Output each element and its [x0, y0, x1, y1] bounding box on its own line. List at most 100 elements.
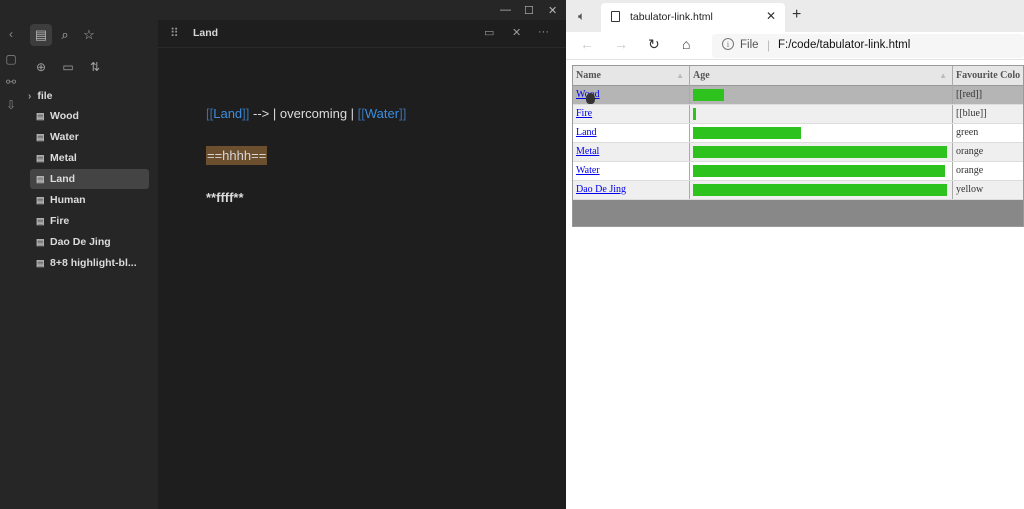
file-icon: ▤: [36, 111, 45, 121]
refresh-icon[interactable]: ↻: [648, 36, 660, 53]
new-note-icon[interactable]: ⊕: [32, 58, 50, 76]
graph-view-icon[interactable]: ⚯: [4, 75, 18, 89]
tab-title: tabulator-link.html: [630, 11, 713, 23]
file-item[interactable]: ▤ 8+8 highlight-bl...: [30, 253, 149, 273]
nav-bar: ← → ↻ ⌂ i File | F:/code/tabulator-link.…: [566, 32, 1024, 60]
wikilink-land[interactable]: Land: [213, 106, 242, 121]
file-label: Water: [50, 131, 79, 143]
new-tab-icon[interactable]: +: [792, 6, 801, 24]
file-label: Metal: [50, 152, 77, 164]
age-progress-bar: [693, 184, 947, 196]
address-bar[interactable]: i File | F:/code/tabulator-link.html: [712, 34, 1024, 58]
name-link[interactable]: Land: [576, 127, 597, 138]
chevron-right-icon: ›: [28, 91, 32, 102]
folder-label: file: [37, 90, 53, 102]
column-header-age[interactable]: Age ▲: [690, 66, 953, 86]
file-explorer-tab-icon[interactable]: ▤: [30, 24, 52, 46]
back-icon[interactable]: ←: [580, 36, 594, 52]
table-row[interactable]: Water orange: [573, 162, 1023, 181]
column-label: Name: [576, 70, 601, 81]
cell-colour: [[red]]: [956, 89, 983, 100]
close-pane-icon[interactable]: ✕: [512, 26, 521, 39]
wikilink-water[interactable]: Water: [365, 106, 399, 121]
info-icon[interactable]: i: [722, 38, 734, 50]
file-item[interactable]: ▤ Water: [30, 127, 149, 147]
open-quick-switcher-icon[interactable]: ▢: [4, 52, 18, 66]
cell-age: [690, 86, 953, 104]
file-label: Wood: [50, 110, 79, 122]
editor-line-bold[interactable]: **ffff**: [206, 190, 244, 205]
editor-header: ⠿ Land ▭ ✕ ···: [158, 20, 566, 48]
maximize-button[interactable]: ☐: [524, 4, 534, 17]
cell-colour: [[blue]]: [956, 108, 987, 119]
browser-tab[interactable]: tabulator-link.html ✕: [601, 3, 785, 32]
file-icon: ▤: [36, 153, 45, 163]
folder-file[interactable]: › file: [28, 88, 53, 104]
cell-colour: orange: [956, 165, 984, 176]
file-label: Human: [50, 194, 86, 206]
bracket-close: ]]: [399, 106, 407, 121]
table-row[interactable]: Metal orange: [573, 143, 1023, 162]
grid-icon[interactable]: ⠿: [170, 26, 179, 40]
file-icon: ▤: [36, 258, 45, 268]
import-icon[interactable]: ⇩: [4, 98, 18, 112]
file-item[interactable]: ▤ Human: [30, 190, 149, 210]
reading-view-icon[interactable]: ▭: [484, 26, 494, 39]
file-item[interactable]: ▤ Wood: [30, 106, 149, 126]
column-label: Favourite Colo: [956, 70, 1021, 81]
column-header-name[interactable]: Name ▲: [573, 66, 690, 86]
cell-colour: green: [956, 127, 979, 138]
editor-line-highlight[interactable]: ==hhhh==: [206, 146, 268, 165]
cell-colour: orange: [956, 146, 984, 157]
file-item[interactable]: ▤ Land: [30, 169, 149, 189]
file-item[interactable]: ▤ Fire: [30, 211, 149, 231]
file-icon: ▤: [36, 174, 45, 184]
age-progress-bar: [693, 127, 801, 139]
name-link[interactable]: Water: [576, 165, 600, 176]
tabulator-table: Name▲ Age▲ Favourite Colo Wood[[red]]Fir…: [572, 65, 1024, 227]
home-icon[interactable]: ⌂: [682, 36, 690, 52]
tab-strip: 🔈︎ tabulator-link.html ✕ +: [566, 0, 1024, 32]
close-tab-icon[interactable]: ✕: [766, 9, 776, 23]
close-window-button[interactable]: ✕: [548, 4, 557, 17]
cell-name: Fire: [573, 105, 690, 123]
cell-colour: yellow: [956, 184, 984, 195]
file-label: Fire: [50, 215, 70, 227]
name-link[interactable]: Metal: [576, 146, 599, 157]
bracket-open: [[: [357, 106, 365, 121]
search-tab-icon[interactable]: ⌕: [54, 24, 76, 46]
file-item[interactable]: ▤ Metal: [30, 148, 149, 168]
left-ribbon: ‹ ▢ ⚯ ⇩: [0, 0, 22, 509]
browser-window: 🔈︎ tabulator-link.html ✕ + ← → ↻ ⌂ i Fil…: [566, 0, 1024, 509]
column-label: Age: [693, 70, 710, 81]
bookmarks-tab-icon[interactable]: ☆: [78, 24, 100, 46]
sort-icon[interactable]: ⇅: [86, 58, 104, 76]
minimize-button[interactable]: —: [500, 4, 511, 16]
table-row[interactable]: Dao De Jing yellow: [573, 181, 1023, 200]
file-label: Land: [50, 173, 76, 185]
address-url: F:/code/tabulator-link.html: [778, 39, 911, 51]
table-row[interactable]: Land green: [573, 124, 1023, 143]
editor-line-links[interactable]: [[Land]] --> | overcoming | [[Water]]: [206, 106, 406, 121]
highlighted-text: ==hhhh==: [206, 146, 268, 165]
more-options-icon[interactable]: ···: [538, 26, 549, 38]
table-row[interactable]: Wood[[red]]: [573, 86, 1023, 105]
table-row[interactable]: Fire [[blue]]: [573, 105, 1023, 124]
sort-icon: ▲: [939, 71, 947, 80]
speaker-icon[interactable]: 🔈︎: [578, 9, 585, 24]
address-separator: |: [767, 38, 771, 52]
name-link[interactable]: Fire: [576, 108, 592, 119]
file-item[interactable]: ▤ Dao De Jing: [30, 232, 149, 252]
address-scheme: File: [740, 39, 759, 51]
file-icon: ▤: [36, 132, 45, 142]
forward-icon[interactable]: →: [614, 36, 628, 52]
new-folder-icon[interactable]: ▭: [59, 58, 77, 76]
sort-icon: ▲: [676, 71, 684, 80]
mouse-cursor-icon: [586, 93, 595, 104]
file-label: Dao De Jing: [50, 236, 111, 248]
cell-age: [690, 181, 953, 199]
name-link[interactable]: Dao De Jing: [576, 184, 626, 195]
cell-name: Water: [573, 162, 690, 180]
column-header-colour[interactable]: Favourite Colo: [953, 66, 1023, 86]
collapse-chevron-icon[interactable]: ‹: [4, 27, 18, 41]
